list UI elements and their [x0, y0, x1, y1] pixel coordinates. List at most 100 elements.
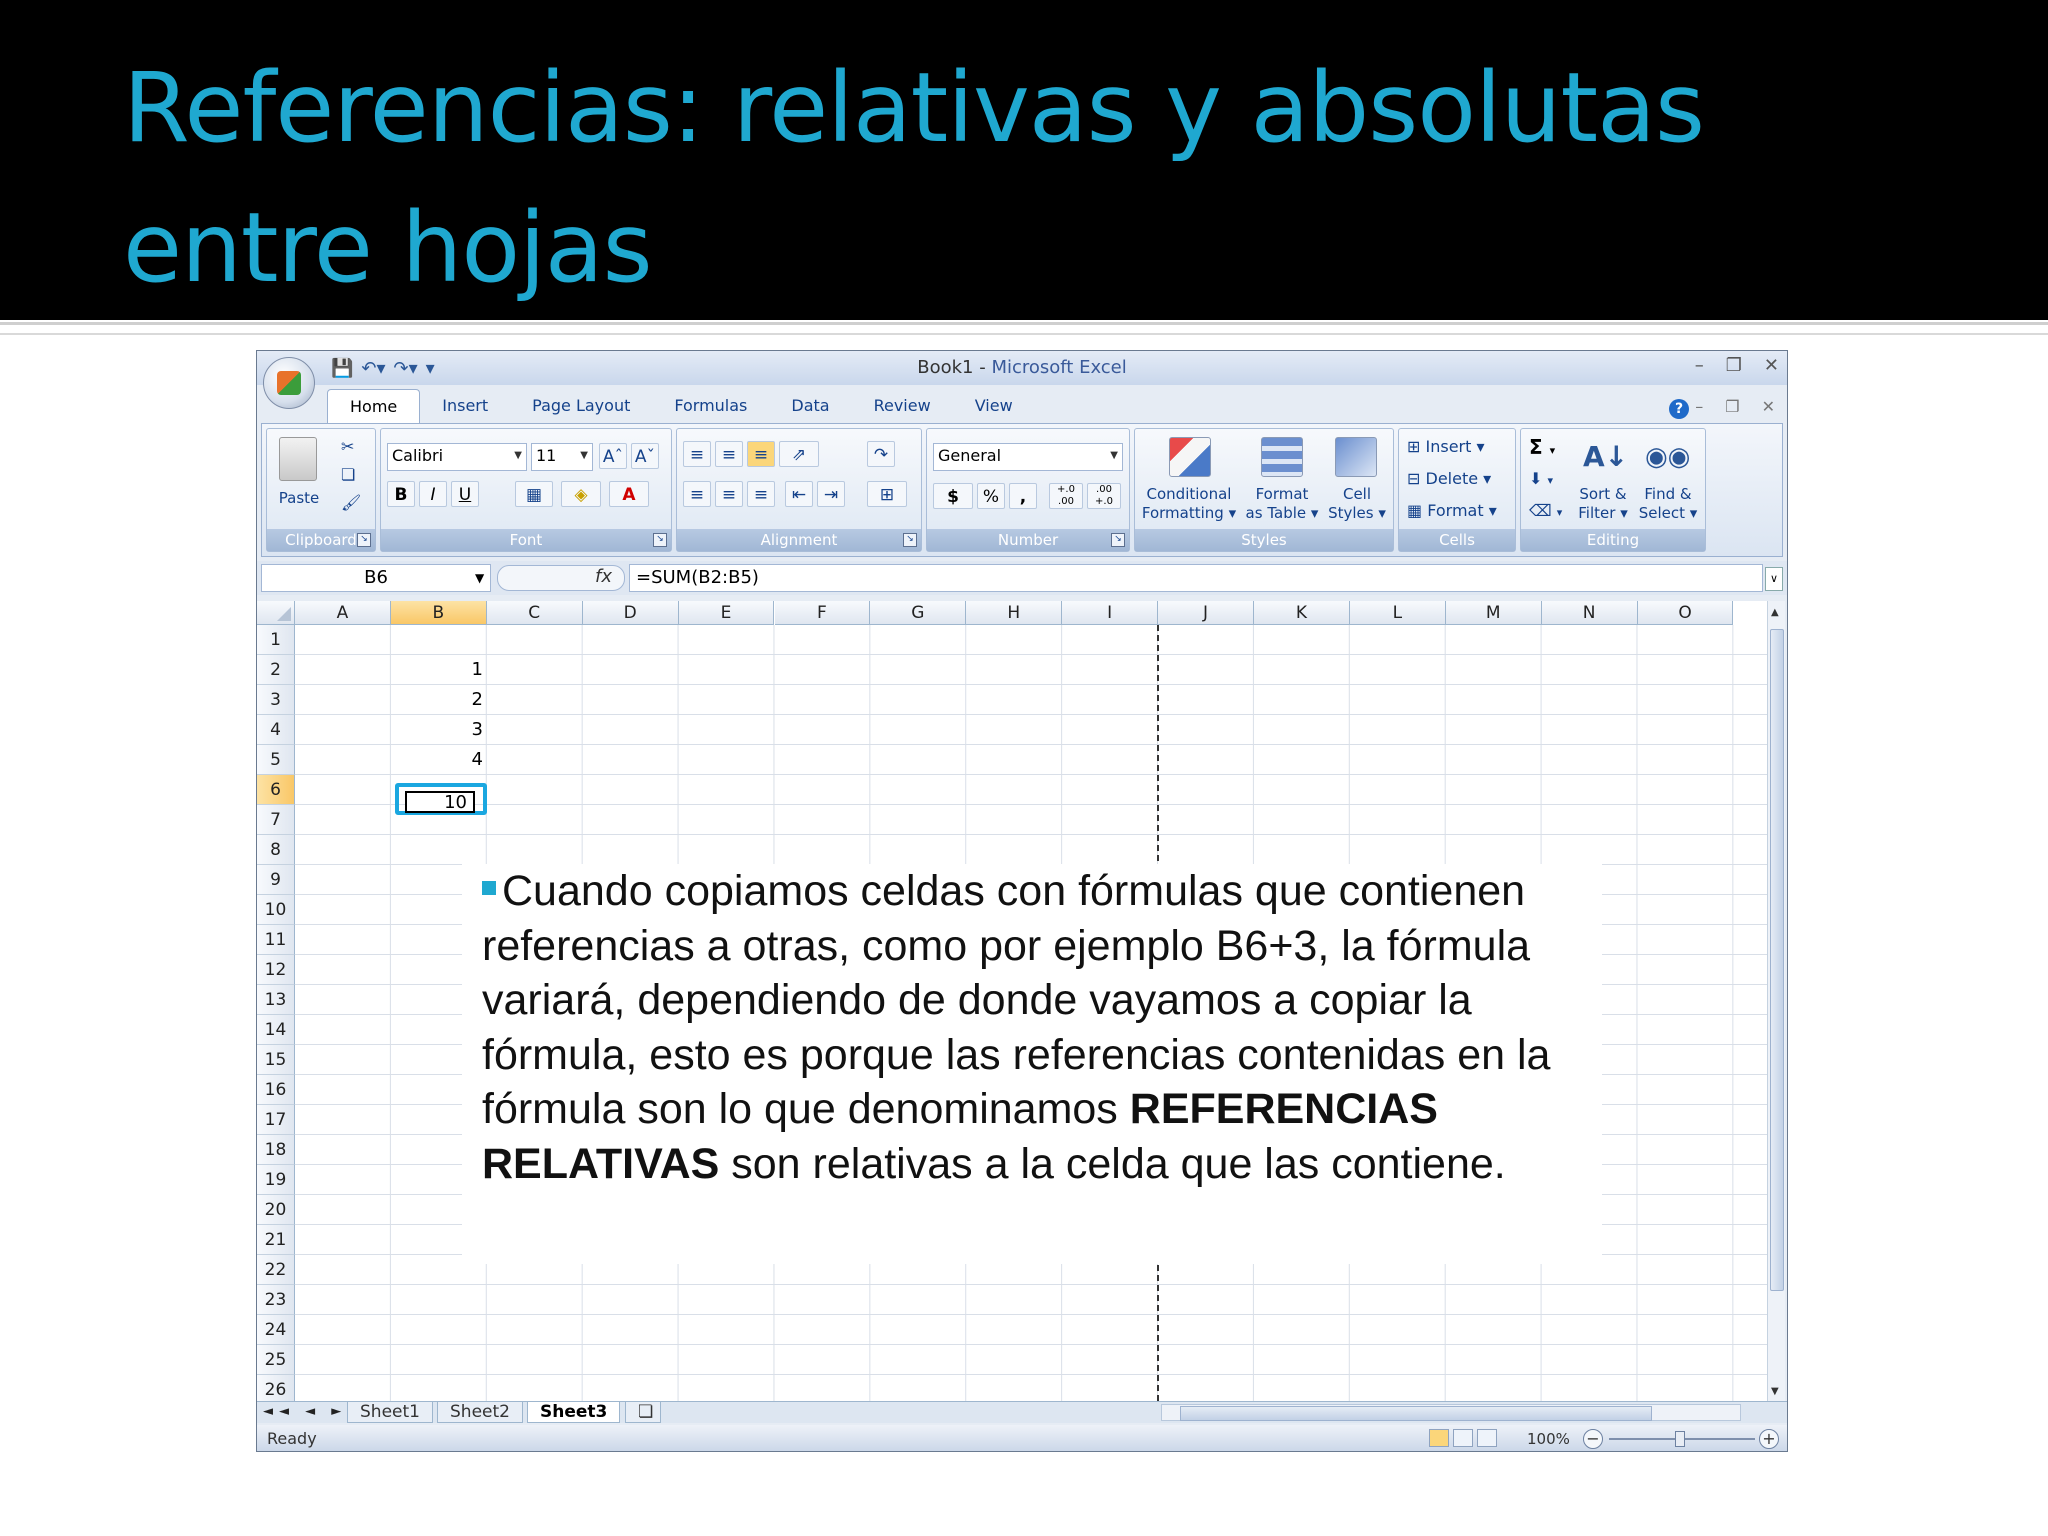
row-header-19[interactable]: 19	[257, 1165, 295, 1195]
column-header-n[interactable]: N	[1541, 601, 1638, 625]
decrease-decimal-button[interactable]: .00 +.0	[1087, 483, 1121, 509]
zoom-out-icon[interactable]: −	[1583, 1429, 1603, 1449]
row-header-2[interactable]: 2	[257, 655, 295, 685]
help-icon[interactable]: ?	[1669, 399, 1689, 419]
row-header-15[interactable]: 15	[257, 1045, 295, 1075]
close-icon[interactable]: ✕	[1764, 355, 1779, 376]
tab-review[interactable]: Review	[852, 389, 953, 423]
zoom-slider-thumb[interactable]	[1675, 1431, 1685, 1447]
binoculars-icon[interactable]: ◉◉	[1645, 437, 1690, 477]
align-middle-icon[interactable]: ≡	[715, 441, 743, 467]
delete-cells-button[interactable]: ⊟ Delete ▾	[1407, 469, 1491, 488]
row-header-18[interactable]: 18	[257, 1135, 295, 1165]
insert-cells-button[interactable]: ⊞ Insert ▾	[1407, 437, 1485, 456]
tab-formulas[interactable]: Formulas	[652, 389, 769, 423]
increase-indent-icon[interactable]: ⇥	[817, 481, 845, 507]
row-header-21[interactable]: 21	[257, 1225, 295, 1255]
workbook-close-icon[interactable]: ✕	[1762, 397, 1775, 416]
find-select-button[interactable]: Find & Select ▾	[1635, 485, 1701, 523]
align-bottom-icon[interactable]: ≡	[747, 441, 775, 467]
row-header-8[interactable]: 8	[257, 835, 295, 865]
row-header-17[interactable]: 17	[257, 1105, 295, 1135]
row-header-5[interactable]: 5	[257, 745, 295, 775]
conditional-formatting-icon[interactable]	[1169, 437, 1211, 477]
row-header-16[interactable]: 16	[257, 1075, 295, 1105]
tab-data[interactable]: Data	[769, 389, 851, 423]
row-header-14[interactable]: 14	[257, 1015, 295, 1045]
restore-icon[interactable]: ❐	[1726, 355, 1742, 376]
column-header-a[interactable]: A	[295, 601, 391, 625]
tab-view[interactable]: View	[953, 389, 1035, 423]
format-cells-button[interactable]: ▦ Format ▾	[1407, 501, 1497, 520]
alignment-launcher-icon[interactable]: ↘	[903, 533, 917, 547]
grow-font-icon[interactable]: Aˆ	[599, 443, 627, 469]
select-all-button[interactable]	[257, 601, 295, 625]
percent-button[interactable]: %	[977, 483, 1005, 509]
clear-icon[interactable]: ⌫ ▾	[1529, 501, 1562, 520]
cell-b2[interactable]: 1	[393, 655, 483, 685]
sort-filter-button[interactable]: Sort & Filter ▾	[1571, 485, 1635, 523]
name-box[interactable]: B6	[261, 564, 491, 592]
active-cell-highlight[interactable]: 10	[395, 783, 487, 815]
align-center-icon[interactable]: ≡	[715, 481, 743, 507]
cut-icon[interactable]: ✂	[341, 437, 354, 456]
row-header-26[interactable]: 26	[257, 1375, 295, 1401]
paste-button[interactable]: Paste	[271, 489, 327, 508]
fill-color-icon[interactable]: ◈	[561, 481, 601, 507]
horizontal-scrollbar[interactable]	[1161, 1404, 1741, 1421]
scroll-up-icon[interactable]: ▲	[1771, 607, 1779, 618]
column-header-e[interactable]: E	[678, 601, 775, 625]
number-launcher-icon[interactable]: ↘	[1111, 533, 1125, 547]
font-size-select[interactable]: 11 ▼	[531, 443, 593, 471]
sort-filter-icon[interactable]: A↓	[1583, 437, 1628, 477]
column-header-l[interactable]: L	[1349, 601, 1446, 625]
align-right-icon[interactable]: ≡	[747, 481, 775, 507]
autosum-button[interactable]: Σ ▾	[1529, 435, 1555, 459]
format-painter-icon[interactable]: 🖌	[341, 493, 361, 512]
insert-sheet-icon[interactable]: ❏	[625, 1402, 661, 1423]
copy-icon[interactable]: ❏	[341, 465, 355, 484]
borders-icon[interactable]: ▦	[515, 481, 553, 507]
conditional-formatting-button[interactable]: Conditional Formatting ▾	[1139, 485, 1239, 523]
cell-styles-icon[interactable]	[1335, 437, 1377, 477]
workbook-restore-icon[interactable]: ❐	[1725, 397, 1739, 416]
zoom-level[interactable]: 100%	[1527, 1430, 1570, 1448]
sheet-tab-sheet1[interactable]: Sheet1	[347, 1402, 433, 1423]
scroll-down-icon[interactable]: ▼	[1771, 1386, 1779, 1397]
page-layout-view-icon[interactable]	[1453, 1429, 1473, 1447]
row-header-4[interactable]: 4	[257, 715, 295, 745]
decrease-indent-icon[interactable]: ⇤	[785, 481, 813, 507]
currency-button[interactable]: $	[933, 483, 973, 509]
column-header-b[interactable]: B	[390, 601, 487, 625]
wrap-text-icon[interactable]: ↷	[867, 441, 895, 467]
row-header-9[interactable]: 9	[257, 865, 295, 895]
row-header-22[interactable]: 22	[257, 1255, 295, 1285]
orientation-icon[interactable]: ⇗	[779, 441, 819, 467]
vertical-scroll-thumb[interactable]	[1770, 629, 1784, 1291]
row-header-11[interactable]: 11	[257, 925, 295, 955]
sheet-tab-sheet2[interactable]: Sheet2	[437, 1402, 523, 1423]
column-header-c[interactable]: C	[486, 601, 583, 625]
cell-b3[interactable]: 2	[393, 685, 483, 715]
row-header-12[interactable]: 12	[257, 955, 295, 985]
cell-b5[interactable]: 4	[393, 745, 483, 775]
row-header-13[interactable]: 13	[257, 985, 295, 1015]
row-header-1[interactable]: 1	[257, 625, 295, 655]
sheet-tab-sheet3[interactable]: Sheet3	[527, 1402, 621, 1423]
row-header-20[interactable]: 20	[257, 1195, 295, 1225]
row-header-7[interactable]: 7	[257, 805, 295, 835]
row-header-10[interactable]: 10	[257, 895, 295, 925]
column-header-o[interactable]: O	[1637, 601, 1734, 625]
row-header-25[interactable]: 25	[257, 1345, 295, 1375]
page-break-view-icon[interactable]	[1477, 1429, 1497, 1447]
font-launcher-icon[interactable]: ↘	[653, 533, 667, 547]
paste-icon[interactable]	[279, 437, 317, 481]
font-color-icon[interactable]: A	[609, 481, 649, 507]
row-header-3[interactable]: 3	[257, 685, 295, 715]
workbook-minimize-icon[interactable]: –	[1695, 397, 1703, 416]
chevron-down-icon[interactable]: ▼	[475, 564, 484, 592]
column-header-k[interactable]: K	[1254, 601, 1350, 625]
italic-button[interactable]: I	[419, 481, 447, 507]
merge-center-icon[interactable]: ⊞	[867, 481, 907, 507]
tab-home[interactable]: Home	[327, 389, 421, 423]
